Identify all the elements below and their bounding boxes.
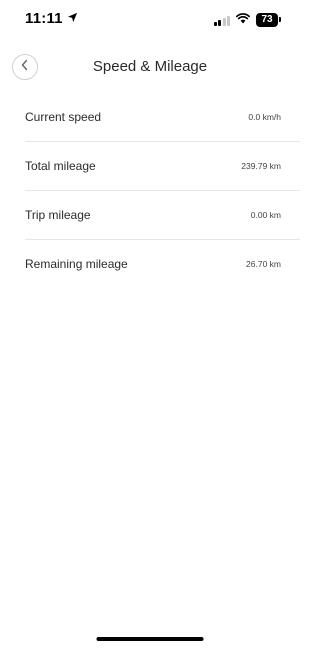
row-label: Trip mileage [25, 207, 91, 222]
page-title: Speed & Mileage [92, 58, 208, 75]
row-label: Remaining mileage [25, 256, 128, 271]
wifi-icon [236, 11, 250, 29]
row-value: 26.70 km [246, 258, 281, 269]
status-icons: 73 [213, 11, 281, 29]
status-bar: 11:11 73 [0, 0, 300, 40]
mileage-list: Current speed 0.0 km/h Total mileage 239… [0, 92, 300, 288]
row-value: 0.0 km/h [248, 111, 281, 122]
status-time: 11:11 [25, 10, 63, 27]
row-remaining-mileage: Remaining mileage 26.70 km [0, 239, 300, 288]
location-arrow-icon [67, 10, 78, 27]
row-total-mileage: Total mileage 239.79 km [0, 141, 300, 190]
cellular-signal-icon [213, 15, 230, 26]
row-trip-mileage: Trip mileage 0.00 km [0, 190, 300, 239]
row-value: 0.00 km [250, 209, 281, 220]
screen: 11:11 73 Speed & Mileage Current speed 0… [0, 0, 300, 650]
row-value: 239.79 km [241, 160, 281, 171]
header: Speed & Mileage [0, 52, 300, 82]
battery-indicator: 73 [256, 13, 281, 27]
row-label: Current speed [25, 109, 102, 124]
status-time-group: 11:11 [25, 10, 78, 27]
row-current-speed: Current speed 0.0 km/h [0, 92, 300, 141]
row-label: Total mileage [25, 158, 96, 173]
home-indicator[interactable] [96, 637, 204, 641]
